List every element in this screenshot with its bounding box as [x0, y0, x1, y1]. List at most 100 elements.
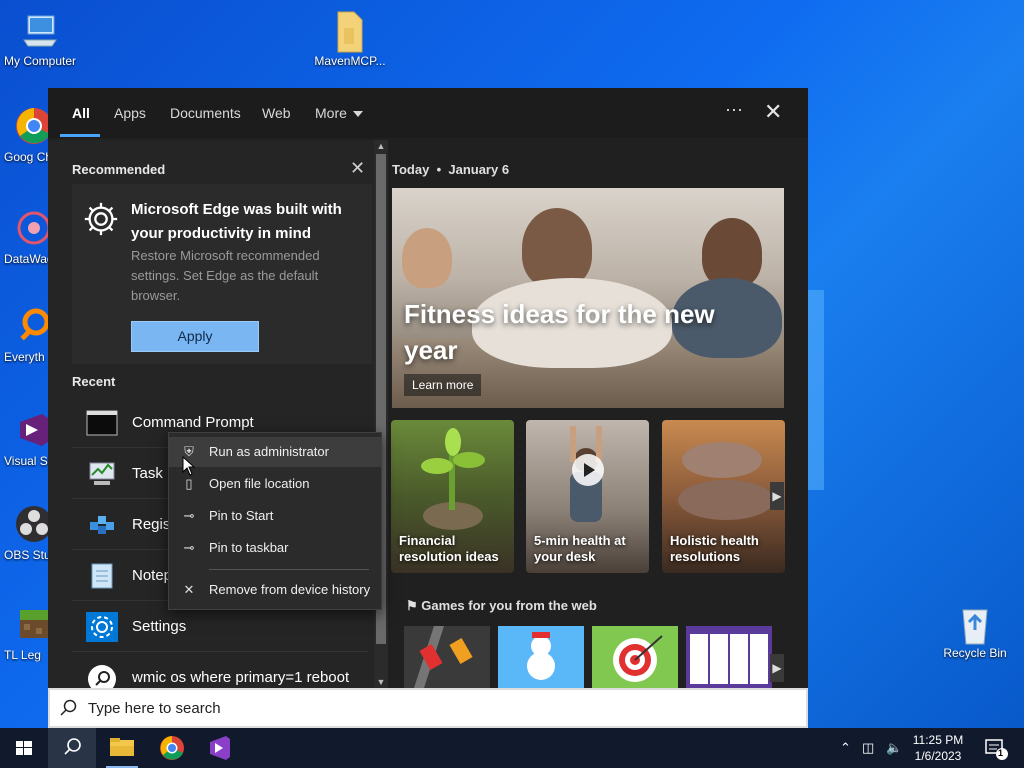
- desktop-icon-label: Goog Chron: [4, 150, 48, 164]
- start-button[interactable]: [0, 728, 48, 768]
- menu-item-remove-from-history[interactable]: ✕ Remove from device history: [169, 575, 381, 605]
- desktop-icon-label: TL Leg: [4, 648, 41, 662]
- scroll-up-arrow-icon[interactable]: ▲: [374, 140, 388, 152]
- notification-center-button[interactable]: 1: [976, 728, 1016, 768]
- desktop-icon-label: Everyth: [4, 350, 45, 364]
- feed-tile-desk-health[interactable]: 5-min health at your desk: [526, 420, 649, 573]
- clock-time: 11:25 PM: [912, 733, 964, 747]
- menu-item-label: Run as administrator: [209, 444, 329, 459]
- desktop-icon-visual-studio[interactable]: Visual St 201: [0, 410, 48, 468]
- chevron-right-icon[interactable]: ▶: [770, 482, 784, 510]
- desktop-icon-tl-legacy[interactable]: TL Leg: [0, 604, 48, 662]
- menu-separator: [209, 569, 369, 570]
- tab-more[interactable]: More: [315, 105, 363, 121]
- recent-item-label: Notep: [132, 567, 173, 584]
- taskbar-chrome[interactable]: [148, 728, 196, 768]
- plant-image: [421, 428, 485, 530]
- visual-studio-icon: [14, 410, 48, 450]
- notepad-icon: [86, 561, 118, 591]
- hero-card[interactable]: Fitness ideas for the new year Learn mor…: [392, 188, 784, 408]
- file-icon: ▯: [185, 476, 193, 491]
- game-tile-archery[interactable]: [592, 626, 678, 688]
- tab-more-label: More: [315, 105, 347, 121]
- recent-item-label: Settings: [132, 618, 187, 635]
- folder-icon: [330, 10, 370, 53]
- clock-date: 1/6/2023: [914, 749, 962, 763]
- tab-all[interactable]: All: [72, 105, 90, 121]
- recent-item-wmic-query[interactable]: wmic os where primary=1 reboot: [72, 653, 368, 688]
- taskbar-file-explorer[interactable]: [98, 728, 146, 768]
- tile-caption: Financial resolution ideas: [399, 533, 499, 564]
- desktop-icon-my-computer[interactable]: My Computer: [2, 10, 78, 68]
- search-input[interactable]: Type here to search: [88, 700, 221, 717]
- close-icon[interactable]: ✕: [350, 158, 365, 179]
- taskbar: ⌃ ◫ 🔈 11:25 PM 1/6/2023 1: [0, 728, 1024, 768]
- wallpaper-light-beam: [808, 290, 824, 490]
- volume-icon[interactable]: 🔈: [886, 740, 902, 756]
- desktop-icon-mavenmcp[interactable]: MavenMCP...: [312, 10, 388, 68]
- menu-item-pin-to-taskbar[interactable]: ⊸ Pin to taskbar: [169, 533, 381, 563]
- desktop-icon-everything[interactable]: Everyth: [0, 306, 48, 364]
- recent-item-label: Command Prompt: [132, 414, 254, 431]
- hero-person: [522, 208, 592, 288]
- feed-tile-holistic-health[interactable]: Holistic health resolutions: [662, 420, 785, 573]
- desktop-icon-recycle-bin[interactable]: Recycle Bin: [937, 602, 1013, 660]
- recycle-bin-icon: [955, 602, 995, 645]
- game-tile-snowman[interactable]: [498, 626, 584, 688]
- desktop-icon-label: Recycle Bin: [943, 646, 1007, 660]
- search-icon: [86, 663, 118, 688]
- menu-item-pin-to-start[interactable]: ⊸ Pin to Start: [169, 501, 381, 531]
- tab-apps[interactable]: Apps: [114, 105, 146, 121]
- recommendation-body: Restore Microsoft recommended settings. …: [131, 248, 320, 303]
- feed-tile-financial[interactable]: Financial resolution ideas: [391, 420, 514, 573]
- network-icon[interactable]: ◫: [862, 740, 874, 756]
- play-icon[interactable]: [572, 454, 604, 486]
- taskbar-search-box[interactable]: Type here to search: [48, 688, 808, 728]
- taskbar-visual-studio[interactable]: [196, 728, 244, 768]
- pin-icon: ⊸: [183, 508, 195, 523]
- chevron-down-icon: [352, 111, 363, 118]
- desktop-icon-datawag[interactable]: DataWag: [0, 208, 48, 266]
- chevron-up-icon[interactable]: ⌃: [840, 740, 851, 756]
- close-icon[interactable]: ✕: [764, 101, 782, 123]
- desktop-icon-google-chrome[interactable]: Goog Chron: [0, 106, 48, 164]
- scroll-down-arrow-icon[interactable]: ▼: [374, 676, 388, 688]
- feed-date-label: Today: [392, 162, 430, 177]
- menu-item-open-file-location[interactable]: ▯ Open file location: [169, 469, 381, 499]
- obs-icon: [14, 504, 48, 544]
- game-tile-solitaire[interactable]: [686, 626, 772, 688]
- desktop-icon-label: MavenMCP...: [314, 54, 386, 68]
- tab-web[interactable]: Web: [262, 105, 291, 121]
- pin-icon: ⊸: [183, 540, 195, 555]
- apply-button[interactable]: Apply: [131, 321, 259, 352]
- menu-item-run-as-administrator[interactable]: ⛨ Run as administrator: [169, 437, 381, 467]
- gamepad-icon: ⚑: [406, 598, 418, 613]
- taskbar-search-button[interactable]: [48, 728, 96, 768]
- archery-game-image: [592, 626, 678, 688]
- recommendation-heading: Microsoft Edge was built with your produ…: [131, 201, 342, 242]
- system-clock[interactable]: 11:25 PM 1/6/2023: [906, 732, 970, 764]
- chevron-right-icon[interactable]: ▶: [770, 654, 784, 682]
- ellipsis-icon[interactable]: ⋯: [725, 100, 744, 121]
- search-panel: All Apps Documents Web More ⋯ ✕ ▲ ▼ Reco…: [48, 88, 808, 688]
- minecraft-icon: [14, 604, 48, 644]
- desktop-icon-label: My Computer: [3, 54, 77, 68]
- registry-icon: [86, 510, 118, 540]
- cmd-icon: [86, 408, 118, 438]
- learn-more-button[interactable]: Learn more: [404, 374, 482, 396]
- desktop-icon-obs-studio[interactable]: OBS Stu: [0, 504, 48, 562]
- game-tile-racing[interactable]: [404, 626, 490, 688]
- folder-icon: [110, 738, 134, 756]
- feed-date: Today • January 6: [392, 162, 509, 177]
- recommended-heading: Recommended: [72, 162, 166, 177]
- recent-heading: Recent: [72, 374, 116, 389]
- windows-logo-icon: [16, 741, 32, 755]
- tab-documents[interactable]: Documents: [170, 105, 241, 121]
- close-icon: ✕: [183, 582, 195, 597]
- racing-game-image: [404, 626, 490, 688]
- notification-count-badge: 1: [998, 748, 1004, 758]
- hero-title: Fitness ideas for the new year: [404, 299, 715, 365]
- solitaire-game-image: [686, 626, 772, 688]
- games-heading-label: Games for you from the web: [421, 598, 597, 613]
- hero-person: [402, 228, 452, 288]
